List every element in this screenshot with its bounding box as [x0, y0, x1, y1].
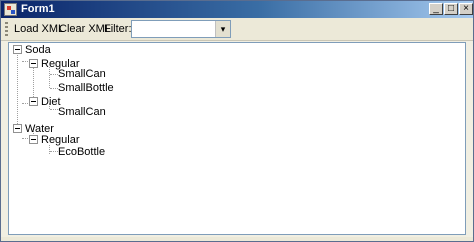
tree-line	[50, 151, 58, 152]
tree-line	[22, 103, 28, 104]
close-button[interactable]: ×	[459, 3, 473, 15]
collapse-icon[interactable]	[29, 59, 38, 68]
collapse-icon[interactable]	[13, 124, 22, 133]
tree-line	[22, 138, 28, 139]
collapse-icon[interactable]	[29, 97, 38, 106]
tree-line	[17, 53, 18, 124]
toolbar: Load XML Clear XML Filter: ▾	[1, 18, 473, 41]
minimize-button[interactable]: _	[429, 3, 443, 15]
app-window: Form1 _ □ × Load XML Clear XML Filter: ▾…	[0, 0, 474, 242]
collapse-icon[interactable]	[29, 135, 38, 144]
filter-label: Filter:	[104, 23, 132, 35]
window-title: Form1	[21, 3, 55, 15]
collapse-icon[interactable]	[13, 45, 22, 54]
title-bar[interactable]: Form1 _ □ ×	[1, 1, 473, 18]
tree-line	[50, 74, 58, 75]
tree-node-diet-smallcan[interactable]: SmallCan	[58, 105, 106, 119]
tree-view[interactable]: Soda Regular SmallCan SmallBottle Diet S…	[8, 42, 466, 235]
tree-node-ecobottle[interactable]: EcoBottle	[58, 145, 105, 159]
tree-node-smallbottle[interactable]: SmallBottle	[58, 81, 114, 95]
tree-node-smallcan[interactable]: SmallCan	[58, 67, 106, 81]
load-xml-button[interactable]: Load XML	[14, 22, 64, 36]
tree-node-soda[interactable]: Soda	[25, 43, 51, 57]
toolbar-grip-icon[interactable]	[5, 22, 8, 36]
tree-line	[50, 88, 58, 89]
bottom-border	[1, 237, 473, 241]
maximize-button[interactable]: □	[444, 3, 458, 15]
tree-line	[50, 109, 58, 110]
filter-combobox[interactable]: ▾	[131, 20, 231, 38]
tree-line	[22, 61, 28, 62]
chevron-down-icon[interactable]: ▾	[215, 21, 230, 37]
form-icon	[4, 3, 17, 16]
